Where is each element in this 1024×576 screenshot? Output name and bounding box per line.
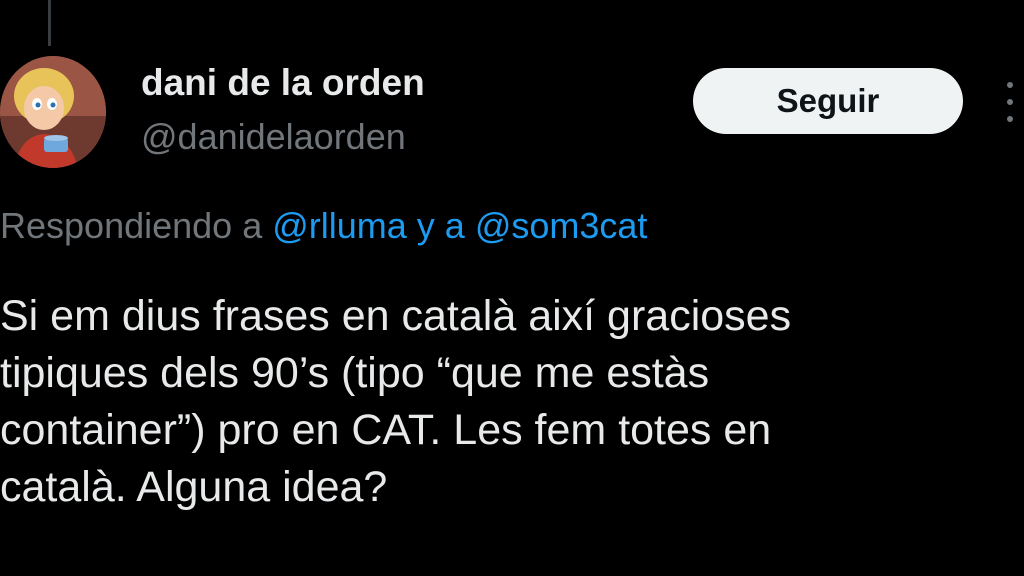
more-dot xyxy=(1007,116,1013,122)
more-dot xyxy=(1007,99,1013,105)
avatar[interactable] xyxy=(0,56,106,168)
replying-to-line: Respondiendo a @rlluma y a @som3cat xyxy=(0,205,647,247)
author-handle[interactable]: @danidelaorden xyxy=(141,116,406,158)
mention-link-som3cat[interactable]: @som3cat xyxy=(475,205,648,246)
follow-button[interactable]: Seguir xyxy=(693,68,963,134)
avatar-cartoon-icon xyxy=(0,56,106,168)
more-dot xyxy=(1007,82,1013,88)
tweet-text: Si em dius frases en català així gracios… xyxy=(0,292,792,511)
replying-to-conjunction[interactable]: y a xyxy=(407,205,475,246)
author-display-name[interactable]: dani de la orden xyxy=(141,62,425,104)
thread-connector-line xyxy=(48,0,51,46)
replying-to-prefix: Respondiendo a xyxy=(0,205,273,246)
mention-link-rlluma[interactable]: @rlluma xyxy=(272,205,407,246)
more-options-icon[interactable] xyxy=(1000,82,1020,122)
